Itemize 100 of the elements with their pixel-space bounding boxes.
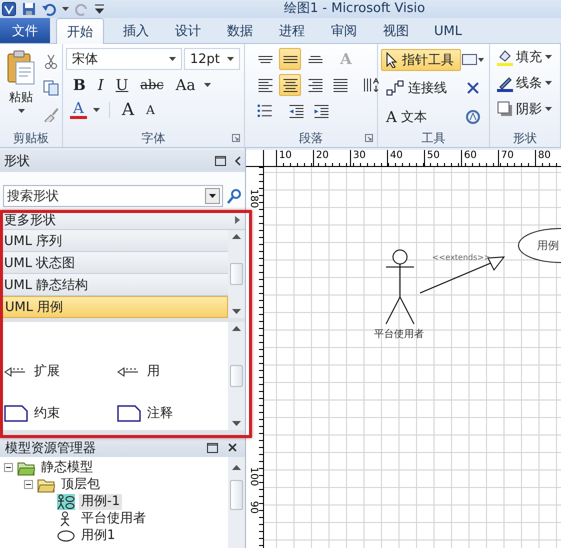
caret-icon[interactable] (545, 81, 552, 85)
cross-icon[interactable] (467, 82, 479, 94)
ruler-label: 180 (248, 189, 258, 208)
ribbon-tab[interactable]: 进程 (266, 19, 318, 43)
caret-icon[interactable] (62, 7, 69, 11)
grow-font-button[interactable]: A (118, 100, 138, 120)
scroll-down-icon[interactable] (232, 421, 241, 426)
caret-icon[interactable] (227, 57, 234, 61)
expander-icon[interactable] (24, 480, 33, 489)
ruler-label: 30 (350, 150, 387, 166)
align-right-icon (308, 78, 322, 92)
expander-icon[interactable] (4, 463, 13, 472)
scrollbar[interactable] (228, 322, 245, 430)
align-left-icon (258, 78, 272, 92)
ruler-label: 10 (276, 150, 313, 166)
caret-icon[interactable] (92, 108, 100, 112)
restore-icon[interactable] (207, 442, 218, 452)
line-icon (497, 74, 513, 92)
scroll-thumb[interactable] (230, 365, 243, 387)
align-middle-button[interactable] (279, 48, 301, 70)
search-field[interactable]: 搜索形状 (3, 185, 223, 207)
tree-item[interactable]: 平台使用者 (79, 510, 148, 526)
chevron-right-icon (235, 216, 240, 224)
scroll-down-icon[interactable] (232, 309, 241, 314)
pointer-tool-button[interactable]: 指针工具 (381, 49, 461, 72)
align-center-button[interactable] (279, 74, 301, 96)
caret-icon[interactable] (18, 109, 24, 113)
font-size-field[interactable]: 12pt (184, 48, 240, 70)
tree-item[interactable]: 用例1 (79, 528, 118, 544)
customize-icon[interactable] (95, 4, 104, 14)
shape-master[interactable]: 扩展 (4, 350, 117, 392)
brush-icon[interactable] (43, 106, 59, 122)
connector-icon (386, 80, 404, 96)
ribbon-tab[interactable]: 视图 (370, 19, 422, 43)
shape-master[interactable]: 约束 (4, 392, 117, 434)
caret-icon[interactable] (169, 57, 176, 61)
tree-item[interactable]: 静态模型 (39, 460, 95, 476)
tree-item[interactable]: 用例-1 (79, 494, 122, 510)
arrow-shape-icon (117, 365, 141, 377)
ribbon-tab[interactable]: 审阅 (318, 19, 370, 43)
rectangle-tool-icon[interactable] (462, 53, 484, 68)
save-icon[interactable] (22, 2, 36, 16)
font-color-button[interactable]: A (70, 101, 87, 119)
font-name-field[interactable]: 宋体 (66, 48, 182, 70)
ribbon-tab[interactable]: UML (422, 19, 474, 43)
ribbon-tab[interactable]: 开始 (56, 18, 104, 44)
pointer-icon (386, 52, 398, 68)
diagram-icon (57, 494, 75, 510)
collapse-icon[interactable] (234, 156, 241, 166)
caret-icon[interactable] (545, 55, 552, 59)
ruler-label: 50 (424, 150, 461, 166)
connector-tool-button[interactable]: 连接线 (381, 77, 461, 100)
shape-master[interactable]: 注释 (117, 392, 227, 434)
italic-button[interactable]: I (94, 76, 107, 94)
search-icon[interactable] (227, 188, 241, 204)
caret-icon[interactable] (204, 83, 212, 87)
restore-icon[interactable] (215, 156, 226, 166)
paste-button[interactable]: 粘贴 (3, 48, 39, 129)
dialog-launcher-icon[interactable] (365, 134, 373, 142)
scrollbar[interactable] (228, 230, 245, 318)
bold-button[interactable]: B (70, 76, 89, 94)
ribbon-tab[interactable]: 数据 (214, 19, 266, 43)
ribbon-tab[interactable]: 设计 (162, 19, 214, 43)
dropdown-button[interactable] (205, 188, 220, 204)
tree-item[interactable]: 顶层包 (59, 476, 102, 492)
shrink-font-button[interactable]: A (143, 103, 158, 117)
bullets-icon (257, 104, 273, 118)
panel-title: 形状 (4, 153, 31, 170)
usecase-icon (57, 528, 75, 544)
underline-button[interactable]: U (112, 76, 132, 94)
shape-master[interactable]: 用 (117, 350, 227, 392)
change-case-button[interactable]: Aa (172, 76, 198, 94)
align-center-icon (282, 78, 298, 92)
close-icon[interactable] (228, 443, 237, 452)
caret-icon[interactable] (545, 107, 552, 111)
shadow-button[interactable]: 阴影 (497, 100, 552, 118)
ruler-label: 70 (498, 150, 535, 166)
fill-button[interactable]: 填充 (497, 48, 552, 66)
ribbon-tab[interactable]: 插入 (110, 19, 162, 43)
app-logo-icon[interactable] (2, 2, 16, 16)
copy-icon[interactable] (43, 80, 59, 96)
ruler-label: 80 (535, 150, 561, 166)
scroll-thumb[interactable] (230, 263, 243, 285)
strikethrough-button[interactable]: abc (137, 78, 167, 92)
scroll-up-icon[interactable] (232, 234, 241, 239)
text-tool-button[interactable]: A 文本 (381, 106, 461, 128)
connector-label: <<extends>> (432, 253, 491, 262)
group-label: 字体 (142, 130, 166, 146)
arrow-shape-icon (4, 365, 28, 377)
scrollbar[interactable] (228, 457, 245, 548)
line-button[interactable]: 线条 (497, 74, 552, 92)
scroll-up-icon[interactable] (232, 326, 241, 331)
undo-icon[interactable] (42, 2, 56, 16)
scroll-thumb[interactable] (230, 480, 243, 510)
rotate-icon[interactable] (465, 108, 481, 125)
file-tab[interactable]: 文件 (0, 18, 50, 43)
scissors-icon[interactable] (43, 54, 59, 70)
scroll-up-icon[interactable] (232, 465, 241, 470)
dialog-launcher-icon[interactable] (232, 134, 240, 142)
group-label: 形状 (513, 130, 537, 146)
